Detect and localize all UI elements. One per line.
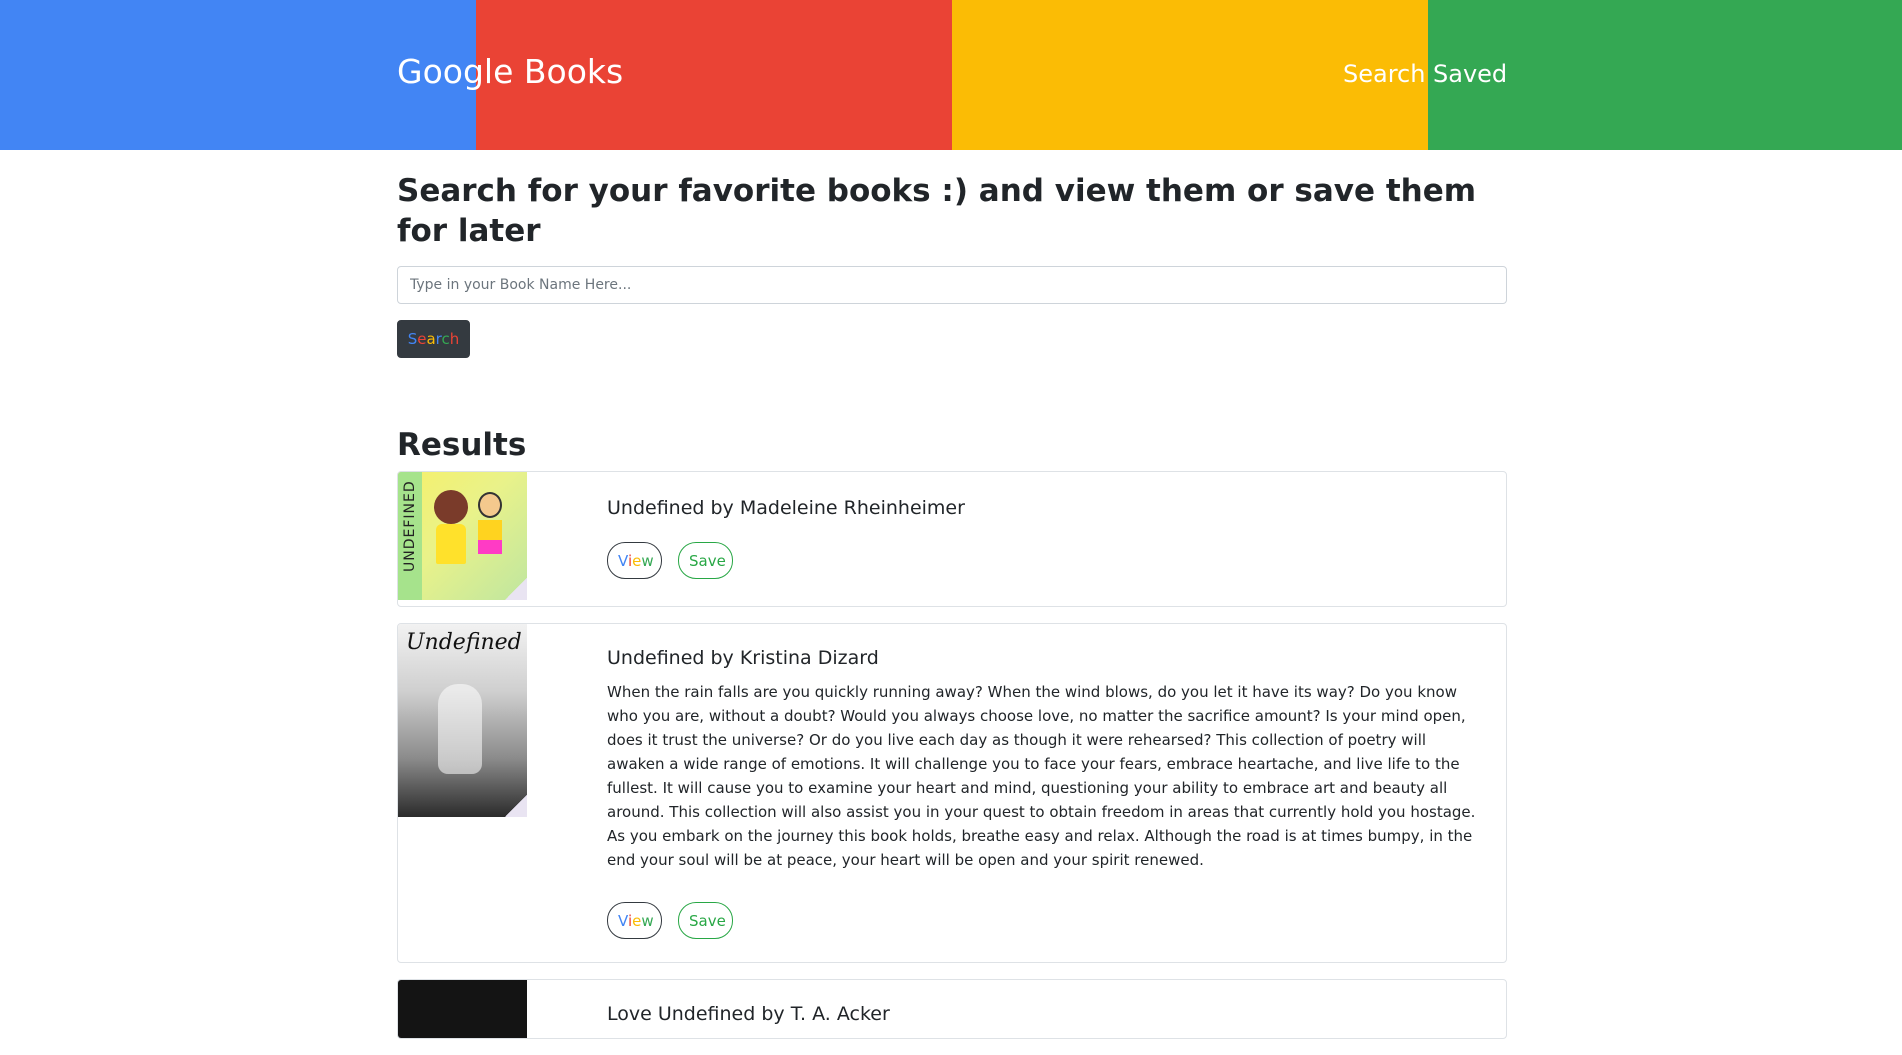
- view-button[interactable]: View: [607, 542, 662, 579]
- cover-illustration-figure: [438, 684, 482, 774]
- book-card: Love Undefined by T. A. Acker: [397, 979, 1507, 1039]
- book-actions: View Save: [607, 902, 1476, 939]
- navbar: Google Books Search Saved: [0, 0, 1902, 150]
- book-card: UNDEFINED Undefined by Madeleine Rheinhe…: [397, 471, 1507, 607]
- cover-illustration-boy: [478, 492, 502, 518]
- cover-illustration-girl: [434, 490, 468, 524]
- nav-link-search[interactable]: Search: [1343, 60, 1425, 88]
- save-button[interactable]: Save: [678, 542, 733, 579]
- book-card-body: Undefined by Kristina Dizard When the ra…: [607, 644, 1476, 939]
- search-button[interactable]: Search: [397, 320, 470, 358]
- book-card: Undefined Undefined by Kristina Dizard W…: [397, 623, 1507, 963]
- book-title: Undefined by Kristina Dizard: [607, 647, 879, 669]
- cover-illustration-shirt: [478, 520, 502, 540]
- cover-illustration-pants: [478, 540, 502, 554]
- view-button[interactable]: View: [607, 902, 662, 939]
- book-cover-image: [398, 980, 527, 1038]
- main-container: Search for your favorite books :) and vi…: [397, 150, 1507, 1055]
- nav-link-saved[interactable]: Saved: [1433, 60, 1507, 88]
- page-curl-icon: [505, 578, 527, 600]
- book-cover-spine: UNDEFINED: [398, 472, 422, 600]
- book-cover-image: UNDEFINED: [398, 472, 527, 600]
- book-card-body: Love Undefined by T. A. Acker: [607, 1000, 1476, 1028]
- brand-link[interactable]: Google Books: [397, 52, 623, 91]
- results-heading: Results: [397, 427, 527, 463]
- search-input[interactable]: [397, 266, 1507, 304]
- book-description: When the rain falls are you quickly runn…: [607, 683, 1476, 869]
- page-title: Search for your favorite books :) and vi…: [397, 173, 1477, 249]
- page-curl-icon: [505, 795, 527, 817]
- cover-illustration-dress: [436, 524, 466, 564]
- book-cover-title: Undefined: [406, 630, 522, 655]
- book-cover-image: Undefined: [398, 624, 527, 817]
- book-title: Undefined by Madeleine Rheinheimer: [607, 497, 965, 519]
- book-title: Love Undefined by T. A. Acker: [607, 1003, 890, 1025]
- save-button[interactable]: Save: [678, 902, 733, 939]
- book-actions: View Save: [607, 542, 1476, 579]
- book-card-body: Undefined by Madeleine Rheinheimer View …: [607, 494, 1476, 579]
